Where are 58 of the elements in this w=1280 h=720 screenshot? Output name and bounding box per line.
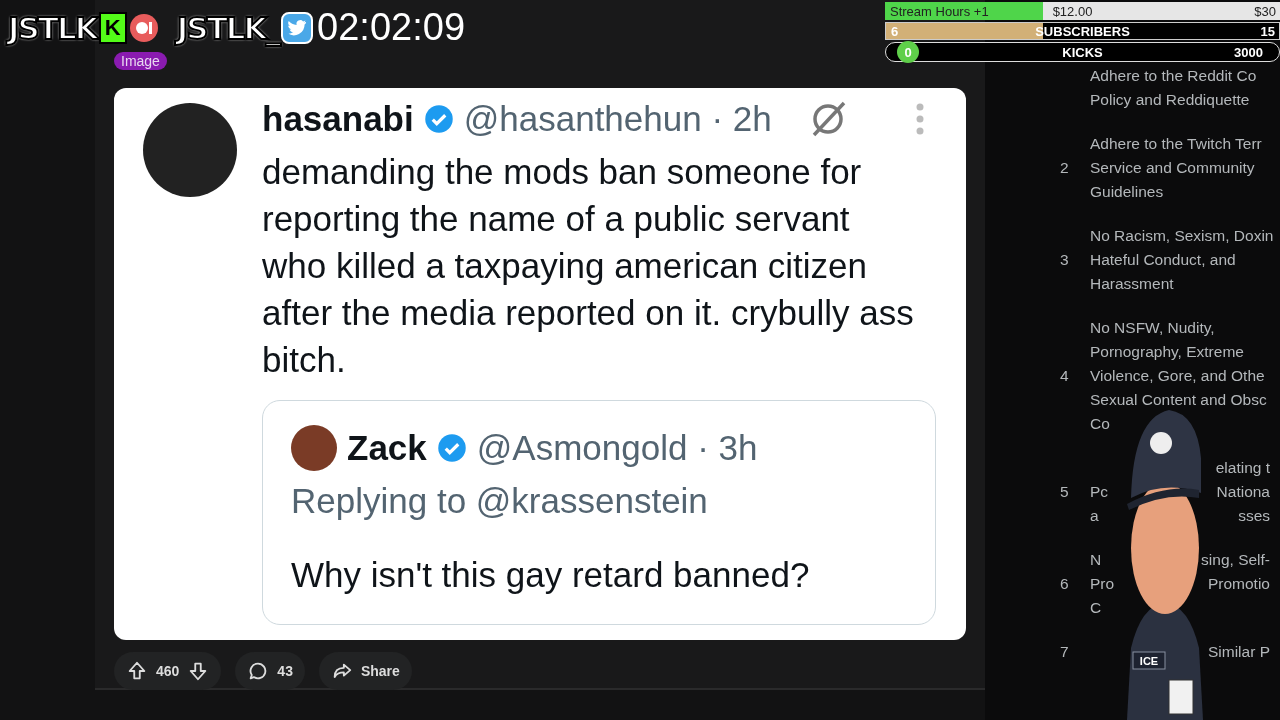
comments-button[interactable]: 43 (235, 652, 305, 690)
rule-number: 7 (1060, 643, 1070, 661)
name-patch: ICE (1139, 655, 1159, 667)
rule-text: Promotio (1207, 574, 1270, 594)
rule-text: Pc (1090, 482, 1109, 502)
stream-timer: 02:02:09 (317, 6, 465, 49)
reply-context: Replying to @krassenstein (291, 481, 709, 521)
bird-logo-icon (281, 11, 314, 44)
rule-text: Service and Community (1090, 158, 1255, 178)
goal-current: 6 (891, 23, 899, 39)
rule-text: No NSFW, Nudity, (1090, 318, 1215, 338)
channel-logo-text: JSTLK (8, 9, 97, 46)
rule-number: 4 (1060, 367, 1070, 385)
rule-number: 3 (1060, 251, 1070, 269)
rule-text: elating t (1215, 458, 1270, 478)
rule-number: 6 (1060, 575, 1070, 593)
rule-text: Nationa (1216, 482, 1270, 502)
author-handle: @hasanthehun · 2h (463, 99, 772, 139)
rule-number: 2 (1060, 159, 1070, 177)
rule-text: a (1090, 506, 1099, 526)
goal-label: Stream Hours +1 (890, 3, 989, 19)
rule-text: Hateful Conduct, and (1090, 250, 1236, 270)
image-flair: Image (114, 52, 167, 70)
author-name: hasanabi (262, 99, 414, 139)
author-name: Zack (347, 428, 427, 468)
goal-target: $30 (1254, 3, 1276, 19)
goal-target: 3000 (1234, 44, 1263, 60)
rule-text: Pro (1090, 574, 1115, 594)
rule-text: Harassment (1090, 274, 1174, 294)
author-handle: @Asmongold · 3h (476, 428, 758, 468)
rule-text: C (1090, 598, 1102, 618)
rule-text: sses (1238, 506, 1270, 526)
quoted-tweet-text: Why isn't this gay retard banned? (291, 555, 811, 595)
rule-number: 5 (1060, 483, 1070, 501)
goal-current: 0 (897, 41, 919, 63)
goal-label: KICKS (1062, 44, 1103, 60)
goal-current: $12.00 (1052, 3, 1093, 19)
record-icon (128, 12, 159, 43)
rule-text: Violence, Gore, and Othe (1090, 366, 1265, 386)
vote-count: 460 (156, 663, 180, 679)
rule-text: Sexual Content and Obsc (1090, 390, 1267, 410)
rule-text: No Racism, Sexism, Doxin (1090, 226, 1274, 246)
upvote-icon[interactable] (126, 660, 148, 682)
kick-logo: K (98, 11, 127, 44)
avatar-photo-placeholder (291, 425, 337, 471)
channel-logo-text: JSTLK_ (176, 9, 280, 46)
rule-text: Adhere to the Twitch Terr (1090, 134, 1262, 154)
rule-text: Co (1090, 414, 1110, 434)
rule-text: Guidelines (1090, 182, 1164, 202)
share-button[interactable]: Share (318, 652, 412, 690)
goal-target: 15 (1260, 23, 1275, 39)
rule-text: Policy and Reddiquette (1090, 90, 1250, 110)
rule-text: Pornography, Extreme (1090, 342, 1244, 362)
rule-text: N (1090, 550, 1102, 570)
rule-text: sing, Self- (1201, 550, 1270, 570)
rule-text: Adhere to the Reddit Co (1090, 66, 1257, 86)
rule-text: Similar P (1208, 642, 1270, 662)
tweet-text: demanding the mods ban someone for reporting the name of a public servant who killed a taxpaying american citizen after the media reported on it. crybully ass bitch. (262, 151, 915, 381)
